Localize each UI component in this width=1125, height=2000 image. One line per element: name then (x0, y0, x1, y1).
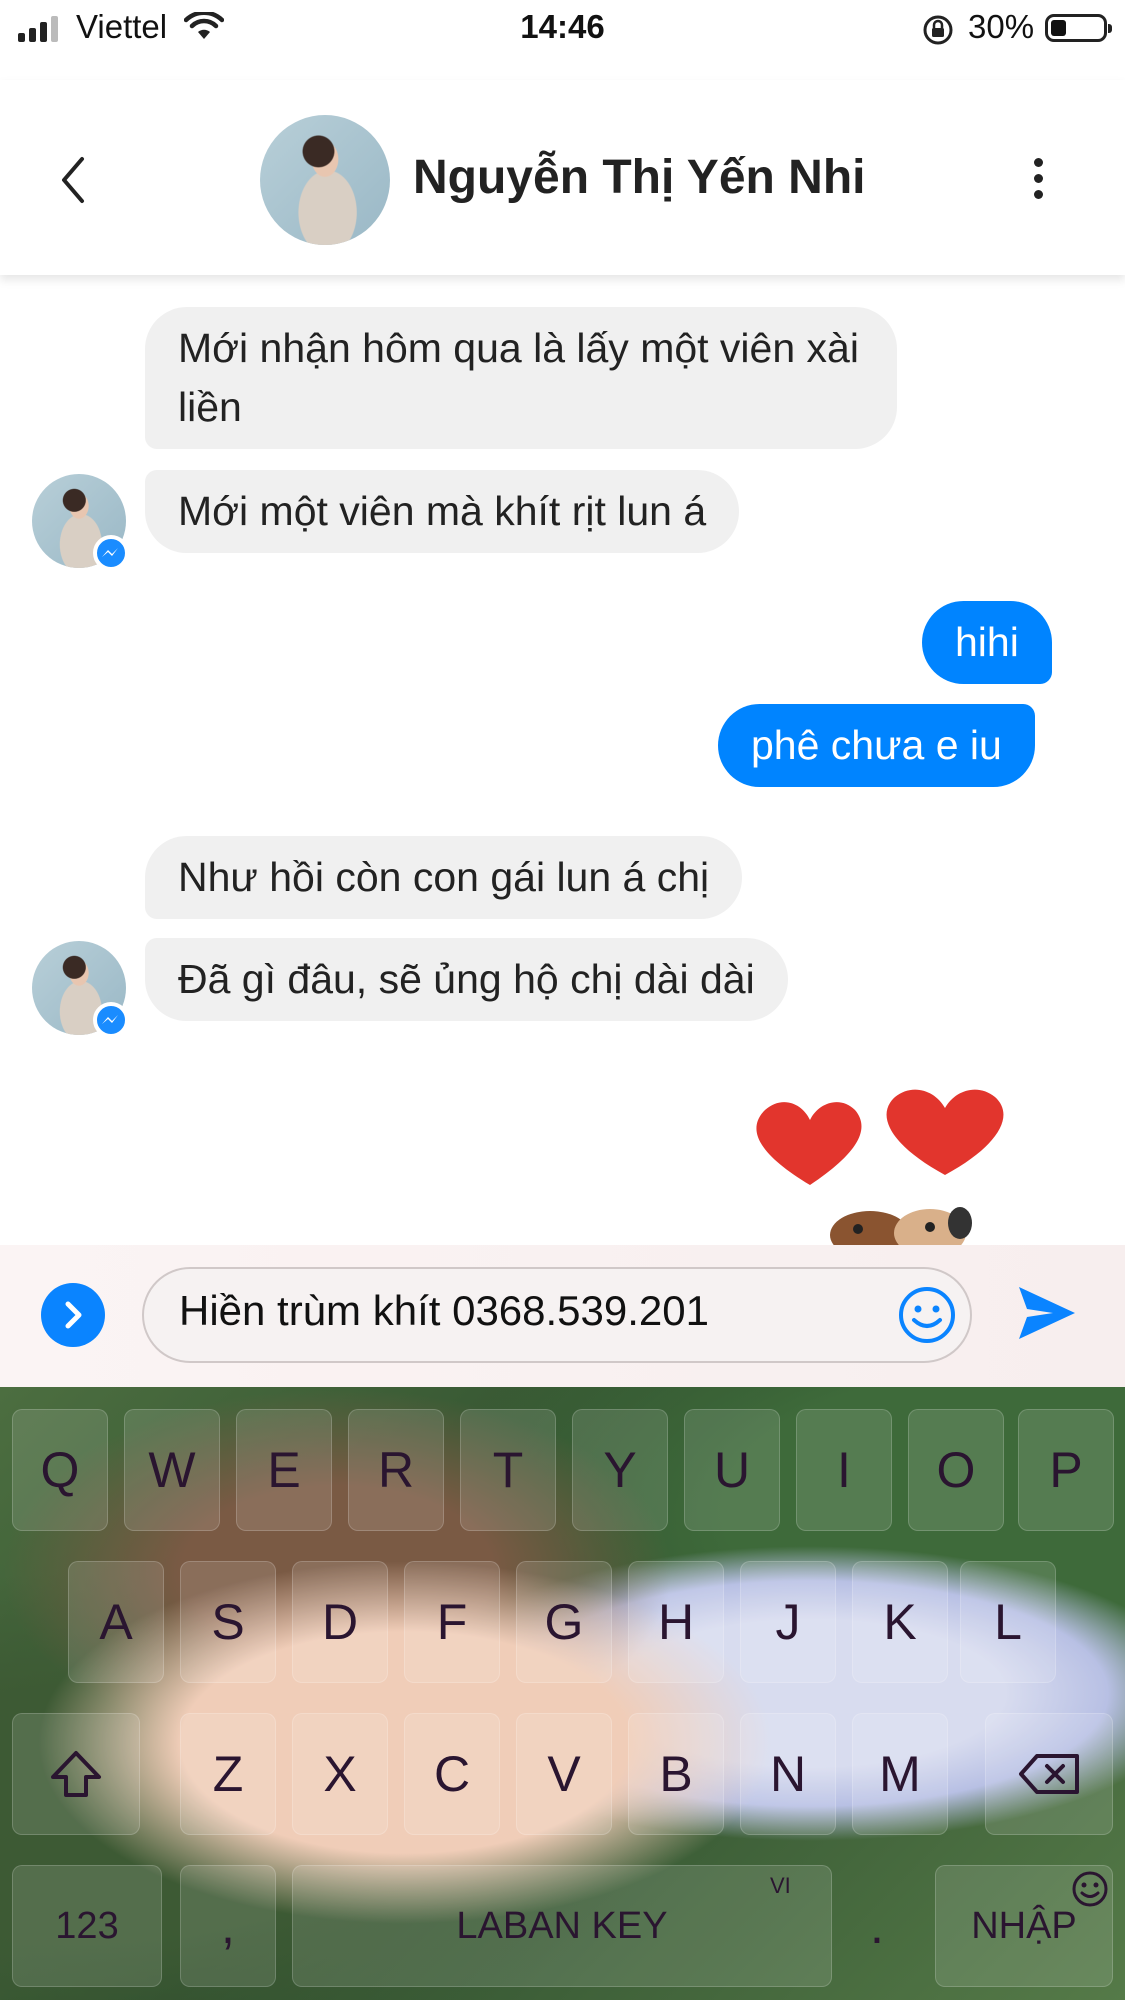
shift-key[interactable] (12, 1713, 140, 1835)
key-w[interactable]: W (124, 1409, 220, 1531)
backspace-icon (1019, 1754, 1079, 1794)
key-e[interactable]: E (236, 1409, 332, 1531)
key-g[interactable]: G (516, 1561, 612, 1683)
incoming-message[interactable]: Như hồi còn con gái lun á chị (145, 836, 743, 919)
key-s[interactable]: S (180, 1561, 276, 1683)
battery-icon (1045, 14, 1112, 42)
key-d[interactable]: D (292, 1561, 388, 1683)
messenger-badge-icon (93, 1002, 129, 1038)
key-c[interactable]: C (404, 1713, 500, 1835)
key-f[interactable]: F (404, 1561, 500, 1683)
key-j[interactable]: J (740, 1561, 836, 1683)
key-r[interactable]: R (348, 1409, 444, 1531)
clock: 14:46 (520, 8, 605, 45)
key-k[interactable]: K (852, 1561, 948, 1683)
battery-percent: 30% (968, 8, 1035, 45)
expand-chevron-icon[interactable] (41, 1283, 105, 1347)
key-z[interactable]: Z (180, 1713, 276, 1835)
send-icon[interactable] (1015, 1281, 1079, 1345)
key-l[interactable]: L (960, 1561, 1056, 1683)
contact-avatar[interactable] (260, 115, 390, 245)
conversation-header: Nguyễn Thị Yến Nhi (0, 80, 1125, 275)
key-u[interactable]: U (684, 1409, 780, 1531)
key-m[interactable]: M (852, 1713, 948, 1835)
back-chevron-icon[interactable] (58, 155, 88, 205)
emoji-icon[interactable] (896, 1284, 958, 1346)
key-n[interactable]: N (740, 1713, 836, 1835)
rotation-lock-icon (923, 15, 953, 45)
key-v[interactable]: V (516, 1713, 612, 1835)
shift-icon (51, 1751, 101, 1797)
period-key[interactable]: . (842, 1865, 912, 1987)
outgoing-message[interactable]: hihi (922, 601, 1052, 684)
incoming-message[interactable]: Mới nhận hôm qua là lấy một viên xài liề… (145, 307, 897, 449)
key-p[interactable]: P (1018, 1409, 1114, 1531)
incoming-message[interactable]: Đã gì đâu, sẽ ủng hộ chị dài dài (145, 938, 788, 1021)
key-y[interactable]: Y (572, 1409, 668, 1531)
more-vertical-icon[interactable] (1034, 158, 1043, 199)
contact-name[interactable]: Nguyễn Thị Yến Nhi (413, 150, 865, 205)
message-input[interactable]: Hiền trùm khít 0368.539.201 (142, 1267, 972, 1363)
outgoing-message[interactable]: phê chưa e iu (718, 704, 1035, 787)
key-x[interactable]: X (292, 1713, 388, 1835)
key-o[interactable]: O (908, 1409, 1004, 1531)
space-key[interactable]: LABAN KEY (292, 1865, 832, 1987)
status-bar: Viettel 14:46 30% (0, 0, 1125, 60)
key-h[interactable]: H (628, 1561, 724, 1683)
smiley-icon[interactable] (1070, 1869, 1110, 1909)
key-t[interactable]: T (460, 1409, 556, 1531)
backspace-key[interactable] (985, 1713, 1113, 1835)
key-b[interactable]: B (628, 1713, 724, 1835)
key-i[interactable]: I (796, 1409, 892, 1531)
message-input-value: Hiền trùm khít 0368.539.201 (179, 1287, 710, 1334)
key-a[interactable]: A (68, 1561, 164, 1683)
language-indicator: VI (770, 1873, 791, 1898)
key-q[interactable]: Q (12, 1409, 108, 1531)
messenger-badge-icon (93, 535, 129, 571)
incoming-message[interactable]: Mới một viên mà khít rịt lun á (145, 470, 740, 553)
comma-key[interactable]: , (180, 1865, 276, 1987)
keyboard: Q W E R T Y U I O P A S D F G H J K L Z … (0, 1387, 1125, 2000)
hearts-puppies-sticker[interactable] (740, 1075, 1040, 1245)
message-composer: Hiền trùm khít 0368.539.201 (0, 1245, 1125, 1387)
numbers-key[interactable]: 123 (12, 1865, 162, 1987)
